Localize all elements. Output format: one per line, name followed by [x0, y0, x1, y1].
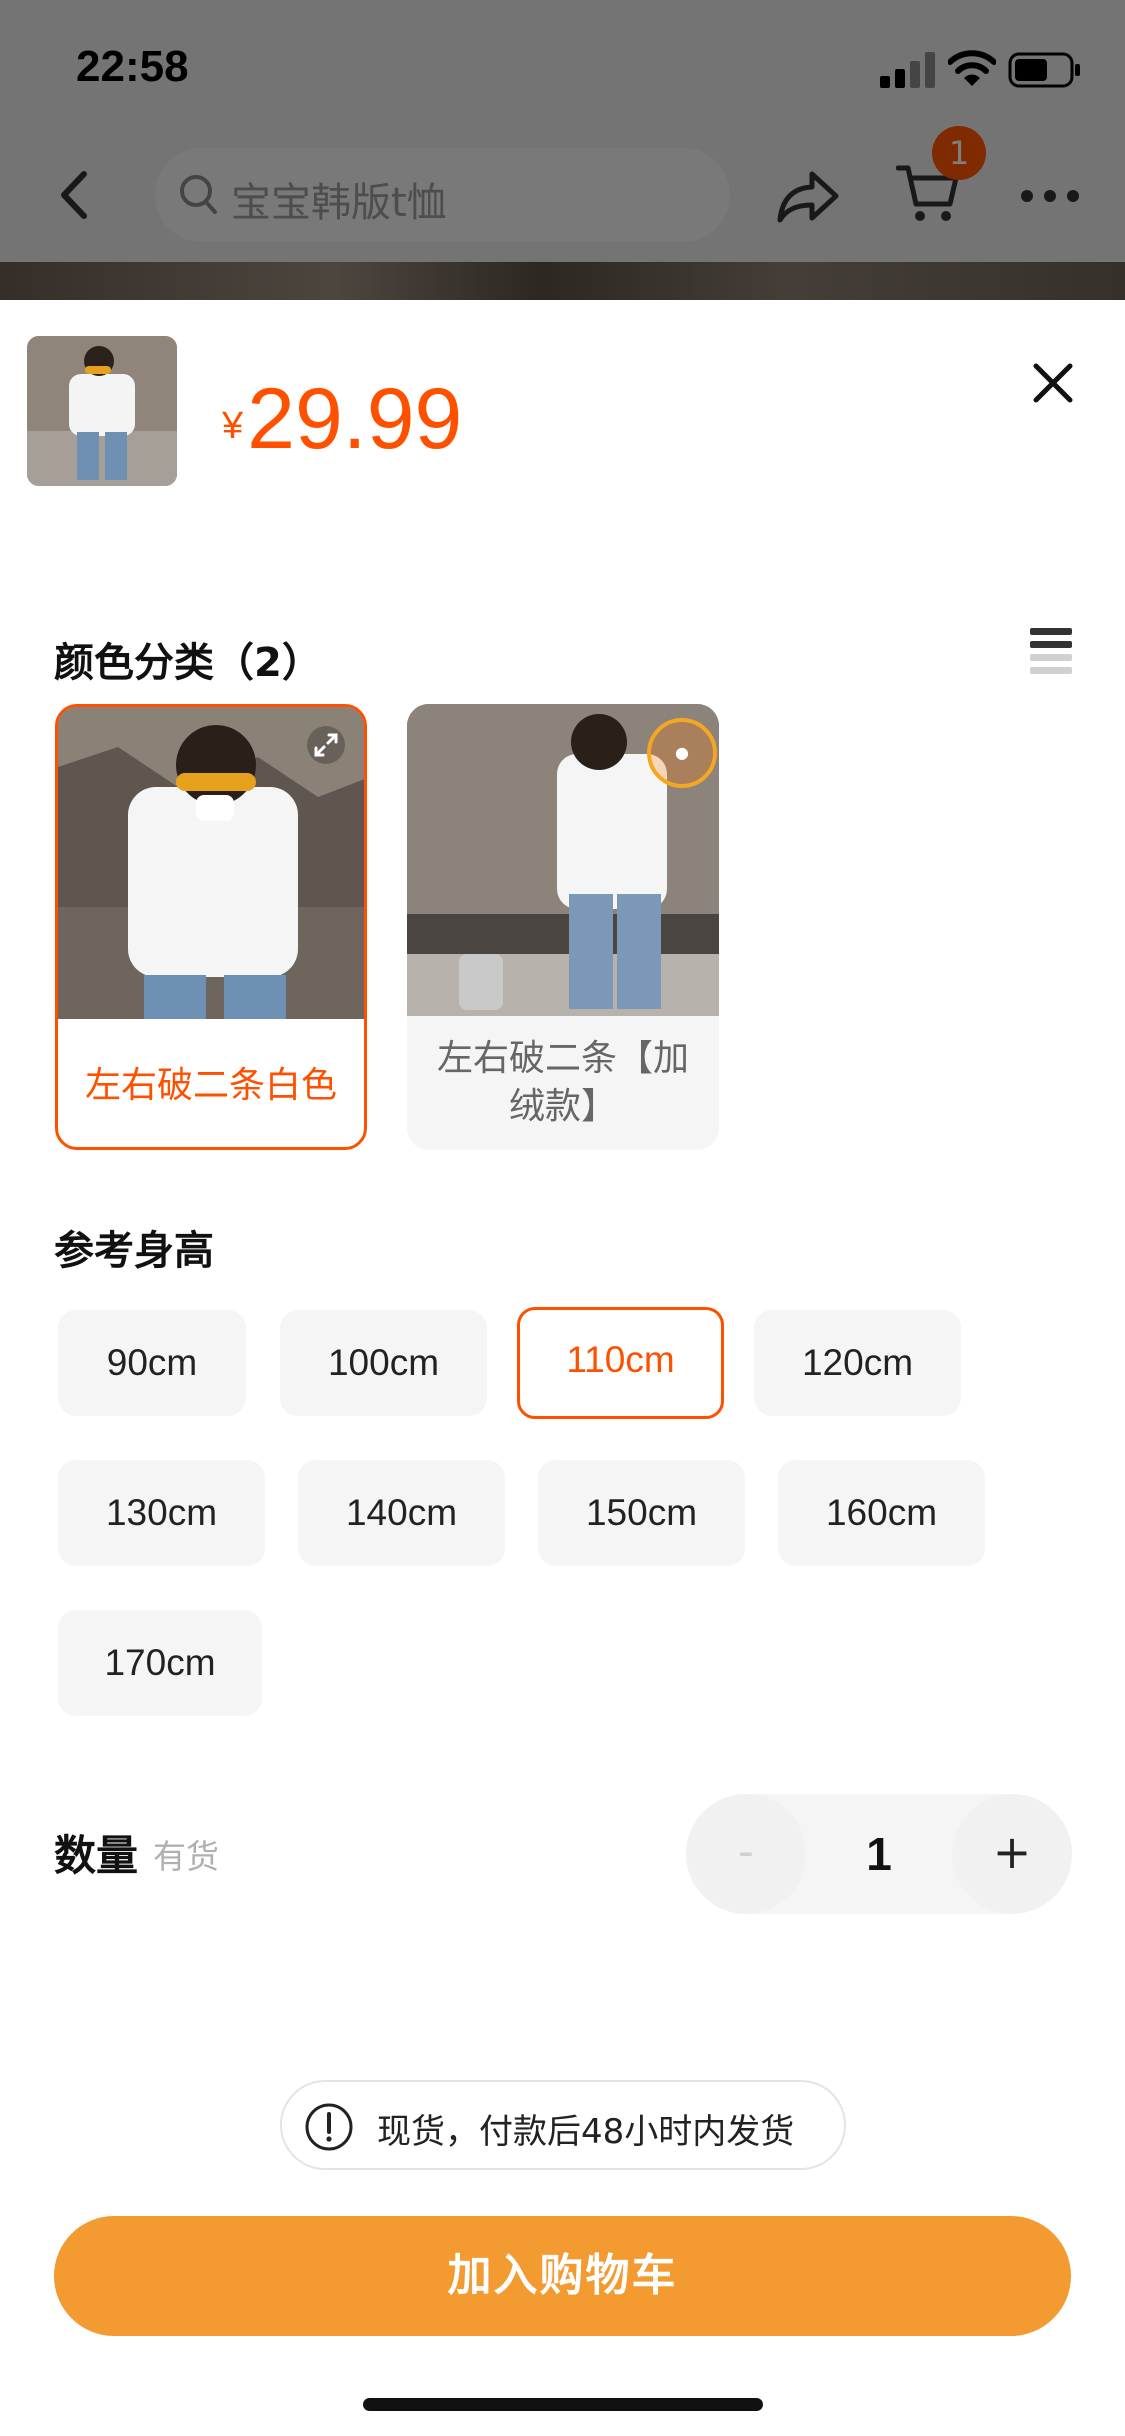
color-option-velvet[interactable]: ● 左右破二条【加绒款】	[407, 704, 719, 1150]
product-thumbnail	[27, 336, 177, 486]
color-option-white[interactable]: 左右破二条白色	[55, 704, 367, 1150]
list-view-icon[interactable]	[1030, 628, 1072, 678]
color-option-image	[58, 707, 364, 1019]
screen: 22:58	[0, 0, 1125, 2436]
quantity-plus-button[interactable]: +	[952, 1794, 1072, 1914]
size-option-90cm[interactable]: 90cm	[58, 1310, 246, 1416]
size-option-120cm[interactable]: 120cm	[754, 1310, 961, 1416]
velvet-badge-icon: ●	[647, 718, 717, 788]
dim-overlay[interactable]	[0, 0, 1125, 300]
add-to-cart-button[interactable]: 加入购物车	[54, 2216, 1071, 2336]
price: ¥29.99	[222, 370, 462, 469]
quantity-minus-button[interactable]: -	[686, 1794, 806, 1914]
shipping-notice: 现货，付款后48小时内发货	[280, 2080, 846, 2170]
size-section-title: 参考身高	[54, 1228, 214, 1274]
color-option-label: 左右破二条【加绒款】	[436, 1038, 689, 1127]
close-icon[interactable]	[1032, 362, 1074, 408]
stock-status: 有货	[153, 1837, 219, 1876]
info-icon	[304, 2102, 354, 2156]
quantity-stepper: - 1 +	[686, 1794, 1072, 1914]
price-currency: ¥	[222, 405, 244, 447]
color-option-label: 左右破二条白色	[84, 1065, 337, 1106]
shipping-notice-text: 现货，付款后48小时内发货	[377, 2112, 795, 2152]
size-option-170cm[interactable]: 170cm	[58, 1610, 262, 1716]
quantity-label: 数量	[54, 1831, 139, 1880]
expand-icon[interactable]	[306, 725, 346, 769]
home-indicator[interactable]	[363, 2398, 763, 2411]
size-option-150cm[interactable]: 150cm	[538, 1460, 745, 1566]
color-option-image: ●	[407, 704, 719, 1016]
price-value: 29.99	[247, 371, 463, 467]
size-option-100cm[interactable]: 100cm	[280, 1310, 487, 1416]
color-section-title: 颜色分类（2）	[54, 640, 322, 686]
size-option-110cm[interactable]: 110cm	[517, 1307, 724, 1419]
sku-sheet: ¥29.99 颜色分类（2） 左右破二条白色 ● 左右破二条【加绒款】 参考身高…	[0, 300, 1125, 2436]
size-option-130cm[interactable]: 130cm	[58, 1460, 265, 1566]
size-option-140cm[interactable]: 140cm	[298, 1460, 505, 1566]
size-option-160cm[interactable]: 160cm	[778, 1460, 985, 1566]
quantity-value[interactable]: 1	[806, 1794, 952, 1914]
